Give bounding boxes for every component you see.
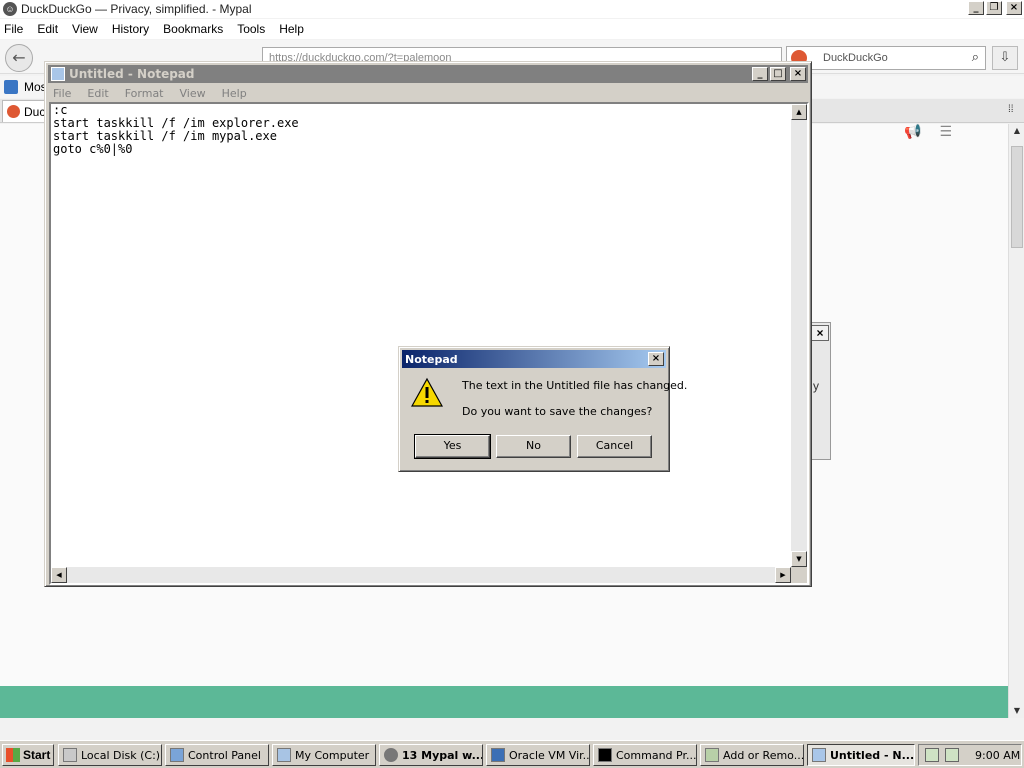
computer-icon xyxy=(277,748,291,762)
start-label: Start xyxy=(23,748,51,762)
yes-button[interactable]: Yes xyxy=(414,434,491,459)
notepad-menu-help[interactable]: Help xyxy=(222,87,247,100)
task-my-computer[interactable]: My Computer xyxy=(272,744,376,766)
search-icon[interactable]: ⌕ xyxy=(972,50,979,65)
notepad-text-area[interactable]: :c start taskkill /f /im explorer.exe st… xyxy=(49,102,809,585)
notepad-title: Untitled - Notepad xyxy=(69,67,195,81)
mypal-icon: ☺ xyxy=(3,2,17,16)
task-label: My Computer xyxy=(295,748,370,762)
task-label: Untitled - N... xyxy=(830,748,915,762)
hamburger-menu-icon[interactable]: ☰ xyxy=(939,124,952,140)
back-icon[interactable]: ← xyxy=(5,44,33,72)
no-button[interactable]: No xyxy=(496,435,571,458)
save-changes-dialog: Notepad × The text in the Untitled file … xyxy=(398,346,687,472)
notepad-icon xyxy=(51,67,65,81)
task-label: Local Disk (C:) xyxy=(81,748,161,762)
scroll-up-icon[interactable]: ▲ xyxy=(1010,124,1024,138)
mypal-icon xyxy=(384,748,398,762)
task-label: Oracle VM Vir... xyxy=(509,748,590,762)
restore-button[interactable]: ❐ xyxy=(986,1,1002,15)
resize-grip-icon[interactable] xyxy=(791,567,807,583)
scroll-up-icon[interactable]: ▲ xyxy=(791,104,807,120)
notepad-titlebar: Untitled - Notepad _ □ × xyxy=(48,65,808,83)
notepad-menu-file[interactable]: File xyxy=(53,87,71,100)
notepad-maximize-button[interactable]: □ xyxy=(770,67,786,81)
scroll-thumb[interactable] xyxy=(1011,146,1023,248)
page-toolbar: 📢 ☰ xyxy=(904,124,952,140)
clock[interactable]: 9:00 AM xyxy=(975,749,1020,762)
notepad-vertical-scrollbar[interactable]: ▲ ▼ xyxy=(791,104,807,567)
task-notepad[interactable]: Untitled - N... xyxy=(807,744,915,766)
browser-title: DuckDuckGo — Privacy, simplified. - Mypa… xyxy=(21,2,252,16)
task-label: Control Panel xyxy=(188,748,261,762)
dialog-message-line2: Do you want to save the changes? xyxy=(462,405,653,418)
scroll-right-icon[interactable]: ▶ xyxy=(775,567,791,583)
scroll-down-icon[interactable]: ▼ xyxy=(791,551,807,567)
windows-logo-icon xyxy=(6,748,20,762)
menu-help[interactable]: Help xyxy=(279,22,304,36)
menu-bookmarks[interactable]: Bookmarks xyxy=(163,22,223,36)
page-scrollbar[interactable]: ▲ ▼ xyxy=(1008,124,1024,718)
browser-titlebar: ☺ DuckDuckGo — Privacy, simplified. - My… xyxy=(0,0,1024,18)
task-mypal-group[interactable]: 13 Mypal w... xyxy=(379,744,483,766)
tab-duckduckgo[interactable]: Duck xyxy=(2,100,46,122)
browser-menubar: File Edit View History Bookmarks Tools H… xyxy=(0,19,1024,39)
notepad-menubar: File Edit Format View Help xyxy=(49,84,247,102)
menu-tools[interactable]: Tools xyxy=(237,22,265,36)
megaphone-icon[interactable]: 📢 xyxy=(904,124,921,140)
search-placeholder: DuckDuckGo xyxy=(823,52,888,64)
notepad-horizontal-scrollbar[interactable]: ◀ ▶ xyxy=(51,567,791,583)
page-banner xyxy=(0,686,1008,718)
system-tray: 9:00 AM xyxy=(918,744,1022,766)
task-add-remove[interactable]: Add or Remo... xyxy=(700,744,804,766)
cancel-button[interactable]: Cancel xyxy=(577,435,652,458)
start-button[interactable]: Start xyxy=(2,744,54,766)
notepad-close-button[interactable]: × xyxy=(790,67,806,81)
notepad-icon xyxy=(812,748,826,762)
panel-close-icon[interactable]: × xyxy=(811,325,829,341)
task-local-disk[interactable]: Local Disk (C:) xyxy=(58,744,162,766)
task-label: Add or Remo... xyxy=(723,748,804,762)
menu-view[interactable]: View xyxy=(72,22,98,36)
drive-icon xyxy=(63,748,77,762)
duckduckgo-icon xyxy=(7,105,20,118)
command-prompt-icon xyxy=(598,748,612,762)
dialog-titlebar: Notepad × xyxy=(402,350,666,368)
dialog-message-line1: The text in the Untitled file has change… xyxy=(462,379,688,392)
bookmark-icon xyxy=(4,80,18,94)
notepad-text: :c start taskkill /f /im explorer.exe st… xyxy=(53,103,299,156)
virtualbox-icon xyxy=(491,748,505,762)
control-panel-icon xyxy=(170,748,184,762)
notepad-menu-view[interactable]: View xyxy=(180,87,206,100)
notepad-menu-edit[interactable]: Edit xyxy=(87,87,108,100)
menu-file[interactable]: File xyxy=(4,22,23,36)
task-label: 13 Mypal w... xyxy=(402,748,483,762)
side-panel: × y xyxy=(810,322,831,460)
panel-text-fragment: y xyxy=(813,379,819,393)
menu-history[interactable]: History xyxy=(112,22,149,36)
keyboard-icon[interactable] xyxy=(925,748,939,762)
notepad-menu-format[interactable]: Format xyxy=(125,87,164,100)
tab-label: Duck xyxy=(24,104,46,119)
task-command-prompt[interactable]: Command Pr... xyxy=(593,744,697,766)
menu-edit[interactable]: Edit xyxy=(37,22,58,36)
task-label: Command Pr... xyxy=(616,748,697,762)
network-icon[interactable] xyxy=(945,748,959,762)
taskbar: Start Local Disk (C:) Control Panel My C… xyxy=(0,740,1024,768)
task-virtualbox[interactable]: Oracle VM Vir... xyxy=(486,744,590,766)
task-control-panel[interactable]: Control Panel xyxy=(165,744,269,766)
notepad-minimize-button[interactable]: _ xyxy=(752,67,768,81)
scroll-down-icon[interactable]: ▼ xyxy=(1010,704,1024,718)
warning-icon xyxy=(411,377,443,407)
notepad-window: Untitled - Notepad _ □ × File Edit Forma… xyxy=(44,61,812,587)
dialog-title: Notepad xyxy=(405,352,458,366)
minimize-button[interactable]: _ xyxy=(968,1,984,15)
tab-grid-icon[interactable]: ⁞⁞ xyxy=(1008,105,1018,115)
download-icon[interactable]: ⇩ xyxy=(992,46,1018,70)
dialog-close-button[interactable]: × xyxy=(648,352,664,366)
close-button[interactable]: × xyxy=(1006,1,1022,15)
scroll-left-icon[interactable]: ◀ xyxy=(51,567,67,583)
add-remove-icon xyxy=(705,748,719,762)
search-bar[interactable]: DuckDuckGo ⌕ xyxy=(786,46,986,70)
